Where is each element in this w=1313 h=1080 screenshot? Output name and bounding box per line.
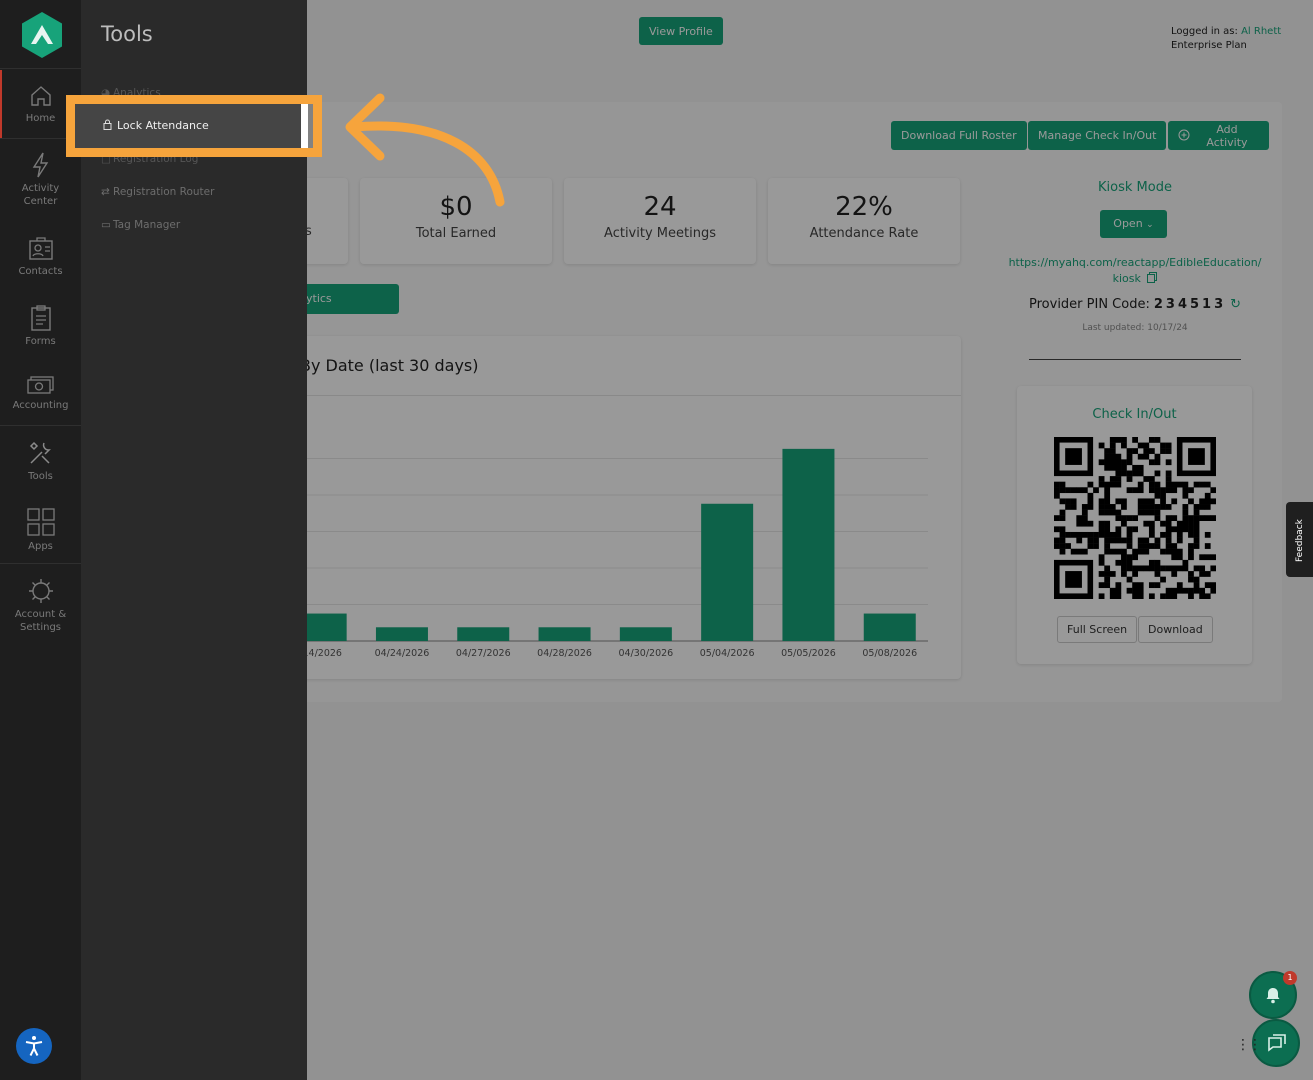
chat-icon — [1268, 1034, 1286, 1052]
shuffle-icon: ⇄ — [101, 186, 110, 198]
sidebar-item-account-settings[interactable]: Account & Settings — [0, 578, 81, 634]
flyout-title: Tools — [101, 22, 153, 46]
flyout-item-label: Tag Manager — [113, 219, 181, 231]
contacts-icon — [28, 237, 53, 260]
feedback-label: Feedback — [1295, 519, 1305, 562]
flyout-item-lock-attendance[interactable]: Lock Attendance — [101, 119, 209, 132]
rail-divider — [0, 425, 81, 426]
sidebar-item-label: Forms — [25, 336, 56, 347]
apps-icon — [26, 508, 55, 536]
sidebar-item-label: Contacts — [18, 266, 63, 277]
flyout-item-tag-manager[interactable]: ▭ Tag Manager — [101, 219, 180, 231]
app-logo-icon[interactable] — [21, 11, 63, 59]
flyout-item-registration-router[interactable]: ⇄ Registration Router — [101, 186, 214, 198]
sidebar-item-label: Tools — [28, 471, 53, 482]
main-sidebar: Home Activity Center Contacts Forms Acco… — [0, 0, 81, 1080]
sidebar-item-label: Apps — [28, 541, 53, 552]
flyout-item-label: Lock Attendance — [117, 119, 209, 132]
rail-divider — [0, 68, 81, 69]
tools-icon — [29, 441, 51, 464]
bell-icon — [1266, 988, 1280, 1004]
sidebar-item-accounting[interactable]: Accounting — [0, 375, 81, 412]
accessibility-icon — [25, 1036, 43, 1056]
drag-handle-icon[interactable]: ⋮⋮ — [1236, 1037, 1262, 1053]
rail-divider — [0, 563, 81, 564]
notification-badge: 1 — [1283, 971, 1297, 985]
home-icon — [30, 86, 51, 106]
sidebar-item-forms[interactable]: Forms — [0, 305, 81, 348]
sidebar-item-label: Activity Center — [21, 183, 60, 207]
sidebar-item-apps[interactable]: Apps — [0, 508, 81, 553]
flyout-item-label: Registration Router — [113, 186, 215, 198]
feedback-tab[interactable]: Feedback — [1286, 502, 1313, 577]
lock-icon — [103, 119, 112, 130]
clipboard-icon — [30, 305, 51, 331]
bolt-icon — [32, 152, 48, 178]
sidebar-item-contacts[interactable]: Contacts — [0, 237, 81, 278]
tag-icon: ▭ — [101, 219, 111, 231]
sidebar-item-label: Home — [25, 113, 56, 124]
sidebar-item-label: Accounting — [12, 400, 69, 411]
callout-arrow-icon — [345, 93, 505, 207]
money-icon — [26, 376, 54, 394]
sidebar-item-activity-center[interactable]: Activity Center — [0, 152, 81, 208]
accessibility-button[interactable] — [16, 1028, 52, 1064]
sidebar-item-tools[interactable]: Tools — [0, 440, 81, 483]
gear-icon — [28, 579, 53, 603]
tools-flyout-menu: Tools ◕ Analytics □ Registration Log ⇄ Regi… — [81, 0, 307, 1080]
sidebar-item-label: Account & Settings — [14, 609, 67, 633]
